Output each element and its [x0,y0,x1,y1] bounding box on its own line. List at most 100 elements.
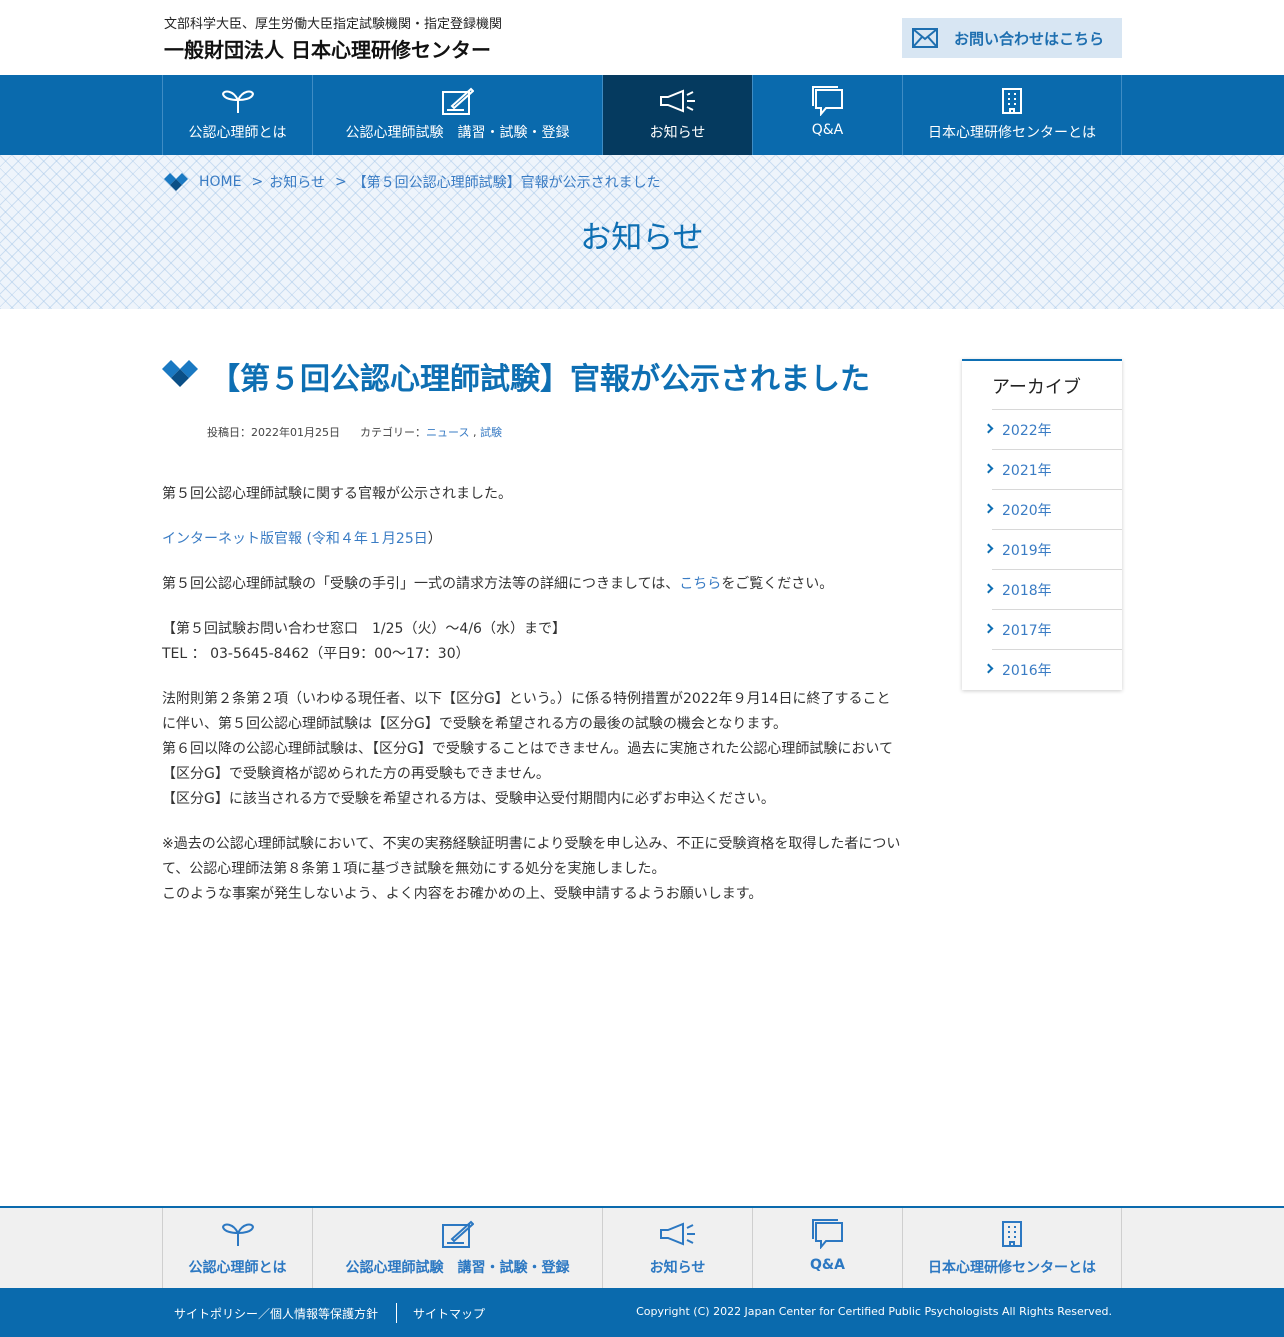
contact-phone: TEL ： 03-5645-8462（平日9：00～17：30） [162,646,470,662]
nav-item-label: Q&A [811,122,844,138]
category-label: カテゴリー： [360,426,426,439]
paragraph: 第５回公認心理師試験の「受験の手引」一式の請求方法等の詳細につきましては、こちら… [162,572,904,597]
archive-heading: アーカイブ [992,361,1122,410]
article-meta: 投稿日：2022年01月25日 カテゴリー：ニュース , 試験 [207,424,502,440]
heart-diamond-icon [162,360,198,390]
text: をご覧ください。 [721,576,834,592]
chevron-right-icon [983,663,994,674]
breadcrumb-current: 【第５回公認心理師試験】官報が公示されました [352,175,661,191]
text: 法附則第２条第２項（いわゆる現任者、以下【区分G】という。）に係る特例措置が20… [162,691,891,732]
nav-item-exam[interactable]: 公認心理師試験 講習・試験・登録 [312,75,602,155]
footer-nav-item-news[interactable]: お知らせ [602,1208,752,1288]
nav-item-about-psychologist[interactable]: 公認心理師とは [162,75,312,155]
site-footer: サイトポリシー／個人情報等保護方針 サイトマップ Copyright (C) 2… [0,1288,1284,1337]
archive-item[interactable]: 2022年 [983,410,1122,450]
chevron-right-icon [983,543,994,554]
chat-bubbles-icon [811,1219,844,1249]
footer-nav-item-about-psychologist[interactable]: 公認心理師とは [162,1208,312,1288]
breadcrumb-separator: > [334,174,347,190]
chevron-right-icon [983,423,994,434]
contact-button-label: お問い合わせはこちら [954,29,1105,48]
archive-year-link[interactable]: 2021年 [1002,460,1052,480]
chat-bubbles-icon [811,86,844,116]
contact-button[interactable]: お問い合わせはこちら [902,18,1122,58]
link-close-paren: ） [427,531,442,547]
article-title: 【第５回公認心理師試験】官報が公示されました [210,362,870,397]
sprout-icon [221,1220,255,1248]
nav-item-label: お知らせ [649,125,706,141]
footer-nav: 公認心理師とは 公認心理師試験 講習・試験・登録 お知らせ Q&A 日本心理研修… [0,1206,1284,1288]
building-icon [1001,1220,1023,1248]
nav-item-qa[interactable]: Q&A [752,75,902,155]
nav-item-news[interactable]: お知らせ [602,75,752,155]
sprout-icon [221,87,255,115]
global-nav: 公認心理師とは 公認心理師試験 講習・試験・登録 お知らせ Q&A 日本心理研修… [0,75,1284,155]
contact-info: 【第５回試験お問い合わせ窓口 1/25（火）～4/6（水）まで】 TEL ： 03… [162,617,904,667]
footer-nav-item-exam[interactable]: 公認心理師試験 講習・試験・登録 [312,1208,602,1288]
text: このような事案が発生しないよう、よく内容をお確かめの上、受験申請するようお願いし… [162,886,763,902]
copyright: Copyright (C) 2022 Japan Center for Cert… [636,1305,1112,1318]
building-icon [1001,87,1023,115]
archive-item[interactable]: 2016年 [983,650,1122,690]
site-subtitle: 文部科学大臣、厚生労働大臣指定試験機関・指定登録機関 [164,17,503,32]
footer-nav-label: Q&A [810,1257,845,1273]
footer-nav-item-center[interactable]: 日本心理研修センターとは [902,1208,1122,1288]
archive-item[interactable]: 2017年 [983,610,1122,650]
paragraph: インターネット版官報 (令和４年１月25日） [162,527,904,552]
nav-item-label: 公認心理師とは [188,125,287,141]
chevron-right-icon [983,463,994,474]
category-link-exam[interactable]: 試験 [480,426,502,439]
footer-nav-item-qa[interactable]: Q&A [752,1208,902,1288]
post-date: 投稿日：2022年01月25日 [207,426,340,439]
archive-item[interactable]: 2020年 [983,490,1122,530]
chevron-right-icon [983,623,994,634]
archive-year-link[interactable]: 2020年 [1002,500,1052,520]
page-title: お知らせ [580,220,704,256]
category-separator: , [472,426,477,439]
footer-nav-label: 公認心理師試験 講習・試験・登録 [345,1260,570,1276]
paragraph: 第５回公認心理師試験に関する官報が公示されました。 [162,486,512,502]
nav-item-center[interactable]: 日本心理研修センターとは [902,75,1122,155]
footer-divider [396,1303,398,1323]
category-link-news[interactable]: ニュース [426,426,469,439]
site-logo-text[interactable]: 一般財団法人 日本心理研修センター [164,34,491,63]
archive-year-link[interactable]: 2022年 [1002,420,1052,440]
heart-diamond-icon [164,173,188,191]
chevron-right-icon [983,583,994,594]
megaphone-icon [659,1220,697,1248]
site-policy-link[interactable]: サイトポリシー／個人情報等保護方針 [174,1305,378,1322]
archive-item[interactable]: 2019年 [983,530,1122,570]
pen-note-icon [441,1220,474,1248]
kanpo-link[interactable]: インターネット版官報 (令和４年１月25日 [162,531,428,547]
chevron-right-icon [983,503,994,514]
archive-item[interactable]: 2021年 [983,450,1122,490]
footer-nav-label: 公認心理師とは [188,1260,287,1276]
archive-year-link[interactable]: 2018年 [1002,580,1052,600]
breadcrumb-home[interactable]: HOME [199,174,241,190]
contact-window: 【第５回試験お問い合わせ窓口 1/25（火）～4/6（水）まで】 [162,621,566,637]
text: 第６回以降の公認心理師試験は、【区分G】で受験することはできません。過去に実施さ… [162,741,894,782]
paragraph: 法附則第２条第２項（いわゆる現任者、以下【区分G】という。）に係る特例措置が20… [162,687,904,812]
envelope-icon [912,27,938,49]
site-header: 文部科学大臣、厚生労働大臣指定試験機関・指定登録機関 一般財団法人 日本心理研修… [0,0,1284,75]
breadcrumb-news[interactable]: お知らせ [269,172,325,192]
archive-year-link[interactable]: 2019年 [1002,540,1052,560]
archive-sidebar: アーカイブ 2022年 2021年 2020年 2019年 2018年 2017… [962,359,1122,690]
text: 【区分G】に該当される方で受験を希望される方は、受験申込受付期間内に必ずお申込く… [162,791,775,807]
breadcrumb-separator: > [251,174,264,190]
breadcrumb: HOME > お知らせ > 【第５回公認心理師試験】官報が公示されました [164,172,661,192]
article-heading: 【第５回公認心理師試験】官報が公示されました [162,360,870,400]
text: ※過去の公認心理師試験において、不実の実務経験証明書により受験を申し込み、不正に… [162,836,901,877]
footer-nav-label: お知らせ [649,1260,706,1276]
footer-links: サイトポリシー／個人情報等保護方針 サイトマップ [174,1303,485,1323]
nav-item-label: 日本心理研修センターとは [928,125,1096,141]
guide-request-link[interactable]: こちら [679,576,721,592]
archive-year-link[interactable]: 2017年 [1002,620,1052,640]
archive-item[interactable]: 2018年 [983,570,1122,610]
megaphone-icon [659,87,697,115]
text: 第５回公認心理師試験の「受験の手引」一式の請求方法等の詳細につきましては、 [162,576,680,592]
footer-nav-label: 日本心理研修センターとは [928,1260,1096,1276]
sitemap-link[interactable]: サイトマップ [413,1305,485,1322]
archive-year-link[interactable]: 2016年 [1002,660,1052,680]
nav-item-label: 公認心理師試験 講習・試験・登録 [345,125,570,141]
